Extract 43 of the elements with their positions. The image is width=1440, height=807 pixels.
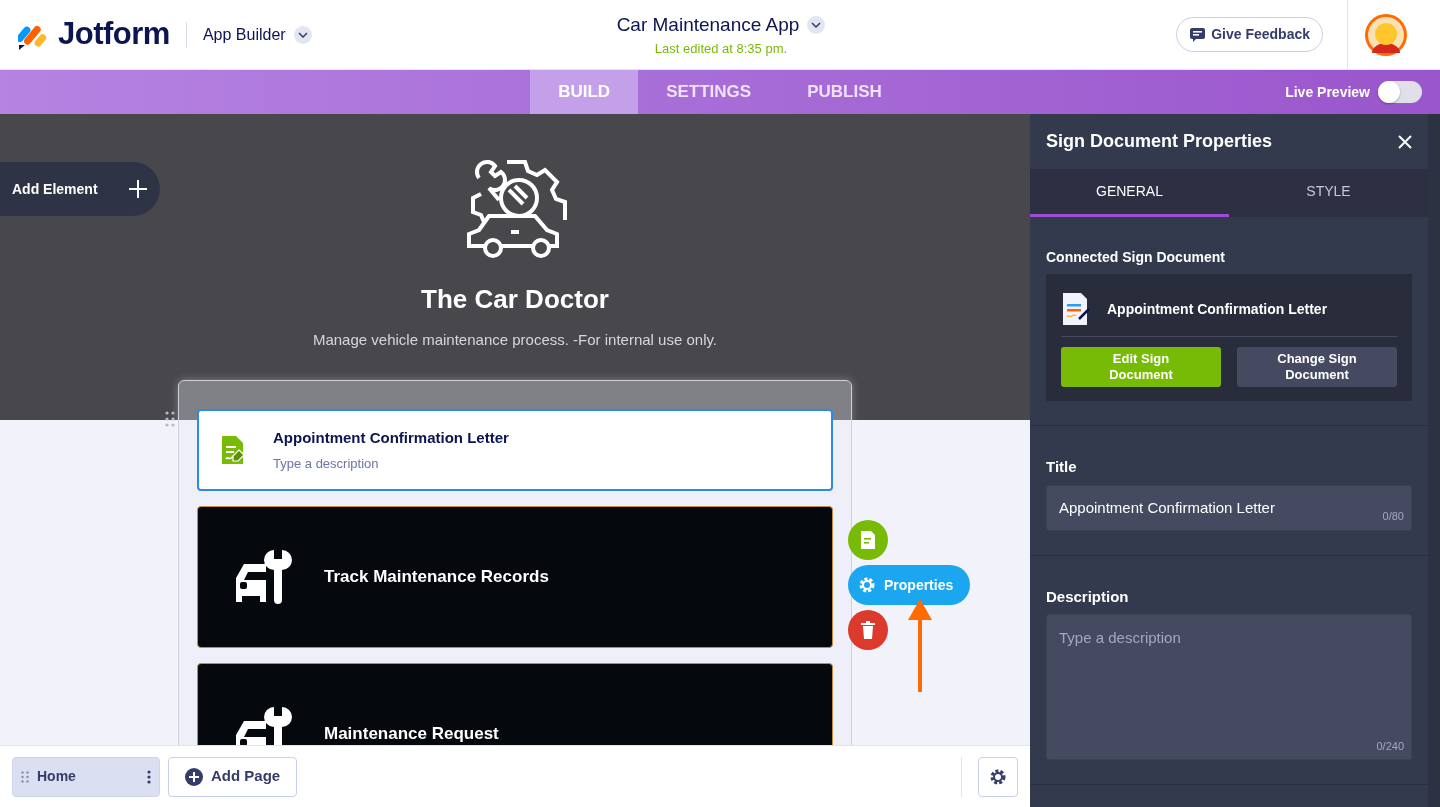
settings-icon	[989, 767, 1007, 786]
more-options-icon[interactable]	[147, 769, 151, 784]
drag-handle-icon[interactable]	[165, 411, 175, 427]
drag-handle-icon[interactable]	[21, 770, 29, 783]
panel-tab[interactable]: STYLE	[1229, 169, 1428, 217]
chevron-icon[interactable]	[293, 25, 312, 44]
gear-icon	[858, 576, 876, 594]
logo-text: Jotform	[58, 15, 170, 54]
document-icon	[859, 530, 877, 550]
field-label: Title	[1046, 457, 1078, 477]
page-tab[interactable]: Home	[12, 756, 160, 797]
give-feedback-button[interactable]: Give Feedback	[1176, 17, 1323, 52]
sign-document-icon	[1061, 292, 1091, 326]
add-element-button[interactable]: Add Element	[0, 162, 160, 216]
section-label: Connected Sign Document	[1046, 248, 1226, 267]
plus-icon	[185, 767, 203, 786]
document-name: Appointment Confirmation Letter	[1107, 299, 1328, 319]
app-title[interactable]: Car Maintenance App	[616, 10, 800, 39]
panel-title: Sign Document Properties	[1046, 130, 1273, 153]
panel-tab[interactable]: GENERAL	[1030, 169, 1229, 217]
settings-button[interactable]	[978, 756, 1018, 797]
add-page-button[interactable]: Add Page	[168, 756, 298, 797]
avatar[interactable]	[1364, 12, 1408, 57]
delete-button[interactable]	[848, 610, 888, 650]
element-description: Type a description	[273, 454, 380, 473]
sign-document-element[interactable]: Appointment Confirmation Letter Type a description	[197, 409, 833, 491]
live-preview-toggle[interactable]	[1378, 81, 1422, 103]
character-counter: 0/80	[1382, 509, 1404, 524]
element-title: Appointment Confirmation Letter	[273, 428, 509, 448]
field-label: Description	[1046, 586, 1130, 607]
trash-icon	[860, 621, 876, 639]
app-description: Manage vehicle maintenance process. -For internal use only.	[311, 330, 719, 350]
change-sign-document-button[interactable]: Change Sign Document	[1237, 347, 1397, 387]
character-counter: 0/240	[1376, 738, 1404, 754]
live-preview-label: Live Preview	[1285, 82, 1370, 102]
last-edited-text: Last edited at 8:35 pm.	[653, 40, 789, 58]
feedback-icon	[1189, 26, 1208, 43]
chevron-icon[interactable]	[807, 15, 826, 34]
app-button[interactable]: Maintenance Request	[197, 663, 833, 745]
product-menu[interactable]: App Builder	[202, 22, 286, 47]
app-button[interactable]: Track Maintenance Records	[197, 506, 833, 648]
plus-icon	[128, 179, 148, 199]
app-name: The Car Doctor	[420, 283, 610, 316]
